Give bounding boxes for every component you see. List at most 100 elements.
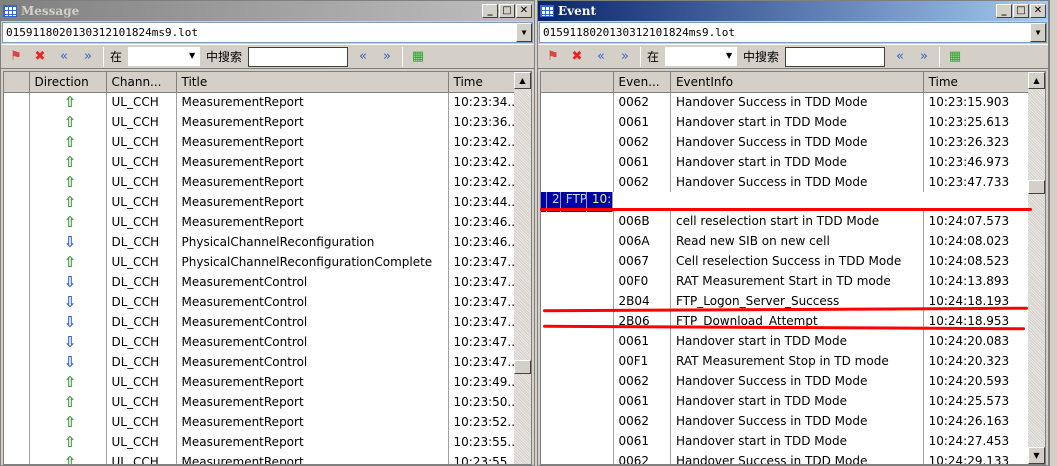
table-row[interactable]: 0067 Cell reselection Success in TDD Mod… bbox=[541, 251, 1045, 271]
search-next-icon[interactable]: » bbox=[378, 49, 396, 64]
scroll-up-button[interactable]: ▲ bbox=[514, 72, 531, 89]
flag-filter-icon[interactable]: ⚑ bbox=[544, 49, 562, 64]
table-row[interactable]: 006B cell reselection start in TDD Mode … bbox=[541, 211, 1045, 231]
column-header-time[interactable]: Time bbox=[923, 72, 1045, 93]
separator bbox=[640, 46, 641, 67]
table-row[interactable]: ⇩ DL_CCH PhysicalChannelReconfiguration … bbox=[4, 232, 520, 252]
delete-icon[interactable]: ✖ bbox=[31, 49, 49, 64]
row-number bbox=[541, 231, 614, 251]
row-number bbox=[4, 92, 30, 112]
arrow-up-icon: ⇧ bbox=[29, 132, 107, 152]
table-row[interactable]: 00F1 RAT Measurement Stop in TD mode 10:… bbox=[541, 351, 1045, 371]
table-row[interactable]: ⇧ UL_CCH MeasurementReport 10:23:36... bbox=[4, 112, 520, 132]
table-row[interactable]: 0062 Handover Success in TDD Mode 10:23:… bbox=[541, 132, 1045, 152]
delete-icon[interactable]: ✖ bbox=[568, 49, 586, 64]
chevron-down-icon[interactable]: ▼ bbox=[516, 23, 532, 42]
close-button[interactable]: ✕ bbox=[1030, 4, 1046, 18]
table-row[interactable]: 0062 Handover Success in TDD Mode 10:24:… bbox=[541, 371, 1045, 391]
event-title-bar[interactable]: Event _ □ ✕ bbox=[538, 1, 1048, 21]
table-row[interactable]: ⇧ UL_CCH MeasurementReport 10:23:49... bbox=[4, 372, 520, 392]
channel-cell: UL_CCH bbox=[106, 172, 177, 192]
title-cell: MeasurementReport bbox=[176, 412, 449, 432]
scroll-up-button[interactable]: ▲ bbox=[1028, 72, 1045, 89]
previous-icon[interactable]: « bbox=[55, 49, 73, 64]
table-row[interactable]: ⇧ UL_CCH MeasurementReport 10:23:50... bbox=[4, 392, 520, 412]
flag-filter-icon[interactable]: ⚑ bbox=[7, 49, 25, 64]
table-row[interactable]: ⇧ UL_CCH MeasurementReport 10:23:44... bbox=[4, 192, 520, 212]
maximize-button[interactable]: □ bbox=[1013, 4, 1029, 18]
column-header-title[interactable]: Title bbox=[176, 72, 449, 93]
table-row[interactable]: ⇩ DL_CCH MeasurementControl 10:23:47... bbox=[4, 352, 520, 372]
table-row[interactable]: ⇧ UL_CCH MeasurementReport 10:23:55... bbox=[4, 432, 520, 452]
table-row[interactable]: ⇩ DL_CCH MeasurementControl 10:23:47... bbox=[4, 332, 520, 352]
table-row[interactable]: ⇩ DL_CCH MeasurementControl 10:23:47... bbox=[4, 312, 520, 332]
table-row[interactable]: 0062 Handover Success in TDD Mode 10:23:… bbox=[541, 92, 1045, 112]
column-header-eventinfo[interactable]: EventInfo bbox=[670, 72, 924, 93]
column-header-time[interactable]: Time bbox=[448, 72, 520, 93]
table-row[interactable]: ⇧ UL_CCH PhysicalChannelReconfigurationC… bbox=[4, 252, 520, 272]
table-row[interactable]: ⇧ UL_CCH MeasurementReport 10:23:55... bbox=[4, 452, 520, 464]
row-number bbox=[541, 451, 614, 464]
table-row[interactable]: 00F0 RAT Measurement Start in TD mode 10… bbox=[541, 271, 1045, 291]
row-number bbox=[541, 132, 614, 152]
table-row[interactable]: 0062 Handover Success in TDD Mode 10:24:… bbox=[541, 411, 1045, 431]
table-row[interactable]: 0061 Handover start in TDD Mode 10:24:20… bbox=[541, 331, 1045, 351]
row-number bbox=[4, 312, 30, 332]
file-select[interactable]: 0159118020130312101824ms9.lot ▼ bbox=[2, 22, 533, 43]
maximize-button[interactable]: □ bbox=[499, 4, 515, 18]
table-row[interactable]: 0062 Handover Success in TDD Mode 10:24:… bbox=[541, 451, 1045, 464]
row-number bbox=[541, 92, 614, 112]
column-header-channel[interactable]: Chann... bbox=[106, 72, 177, 93]
table-row[interactable]: 006A Read new SIB on new cell 10:24:08.0… bbox=[541, 231, 1045, 251]
vertical-scrollbar[interactable]: ▲ bbox=[514, 72, 531, 464]
scroll-thumb[interactable] bbox=[514, 360, 531, 374]
close-button[interactable]: ✕ bbox=[516, 4, 532, 18]
table-row[interactable]: ⇧ UL_CCH MeasurementReport 10:23:42... bbox=[4, 152, 520, 172]
table-row[interactable]: 0061 Handover start in TDD Mode 10:24:27… bbox=[541, 431, 1045, 451]
search-input[interactable] bbox=[248, 46, 349, 67]
scroll-down-button[interactable]: ▼ bbox=[1028, 447, 1045, 464]
file-select[interactable]: 0159118020130312101824ms9.lot ▼ bbox=[539, 22, 1047, 43]
previous-icon[interactable]: « bbox=[592, 49, 610, 64]
table-row[interactable]: ⇧ UL_CCH MeasurementReport 10:23:34... bbox=[4, 92, 520, 112]
table-row[interactable]: ⇧ UL_CCH MeasurementReport 10:23:46... bbox=[4, 212, 520, 232]
vertical-scrollbar[interactable]: ▲ ▼ bbox=[1028, 72, 1045, 464]
next-icon[interactable]: » bbox=[616, 49, 634, 64]
field-select[interactable]: ▼ bbox=[665, 47, 738, 66]
search-previous-icon[interactable]: « bbox=[891, 49, 909, 64]
table-row[interactable]: ⇧ UL_CCH MeasurementReport 10:23:52... bbox=[4, 412, 520, 432]
search-input[interactable] bbox=[785, 46, 886, 67]
search-next-icon[interactable]: » bbox=[915, 49, 933, 64]
table-row[interactable]: ⇩ DL_CCH MeasurementControl 10:23:47... bbox=[4, 272, 520, 292]
minimize-button[interactable]: _ bbox=[996, 4, 1012, 18]
chevron-down-icon[interactable]: ▼ bbox=[1030, 23, 1046, 42]
table-row[interactable]: ⇧ UL_CCH MeasurementReport 10:23:42... bbox=[4, 132, 520, 152]
search-previous-icon[interactable]: « bbox=[354, 49, 372, 64]
column-header-event[interactable]: Even... bbox=[613, 72, 671, 93]
column-header-rownum[interactable] bbox=[541, 72, 614, 93]
chevron-down-icon[interactable]: ▼ bbox=[721, 47, 738, 66]
event-info-cell: Handover Success in TDD Mode bbox=[670, 132, 924, 152]
field-select[interactable]: ▼ bbox=[128, 47, 201, 66]
table-row[interactable]: ⇩ DL_CCH MeasurementControl 10:23:47... bbox=[4, 292, 520, 312]
arrow-down-icon: ⇩ bbox=[29, 352, 107, 372]
column-header-direction[interactable]: Direction bbox=[29, 72, 107, 93]
next-icon[interactable]: » bbox=[79, 49, 97, 64]
scroll-thumb[interactable] bbox=[1028, 180, 1045, 194]
window-title: Message bbox=[21, 4, 80, 18]
table-row[interactable]: 0061 Handover start in TDD Mode 10:24:25… bbox=[541, 391, 1045, 411]
excel-export-icon[interactable]: ▦ bbox=[946, 49, 964, 64]
minimize-button[interactable]: _ bbox=[482, 4, 498, 18]
excel-export-icon[interactable]: ▦ bbox=[409, 49, 427, 64]
message-title-bar[interactable]: Message _ □ ✕ bbox=[1, 1, 534, 21]
column-header-rownum[interactable] bbox=[4, 72, 30, 93]
table-row[interactable]: ⇧ UL_CCH MeasurementReport 10:23:42... bbox=[4, 172, 520, 192]
chevron-down-icon[interactable]: ▼ bbox=[184, 47, 201, 66]
row-number bbox=[541, 152, 614, 172]
channel-cell: UL_CCH bbox=[106, 252, 177, 272]
table-row[interactable]: 0061 Handover start in TDD Mode 10:23:46… bbox=[541, 152, 1045, 172]
table-row[interactable]: 0062 Handover Success in TDD Mode 10:23:… bbox=[541, 172, 1045, 192]
time-cell: 10:24:07.573 bbox=[923, 211, 1045, 231]
event-id-cell: 0061 bbox=[613, 152, 671, 172]
table-row[interactable]: 0061 Handover start in TDD Mode 10:23:25… bbox=[541, 112, 1045, 132]
